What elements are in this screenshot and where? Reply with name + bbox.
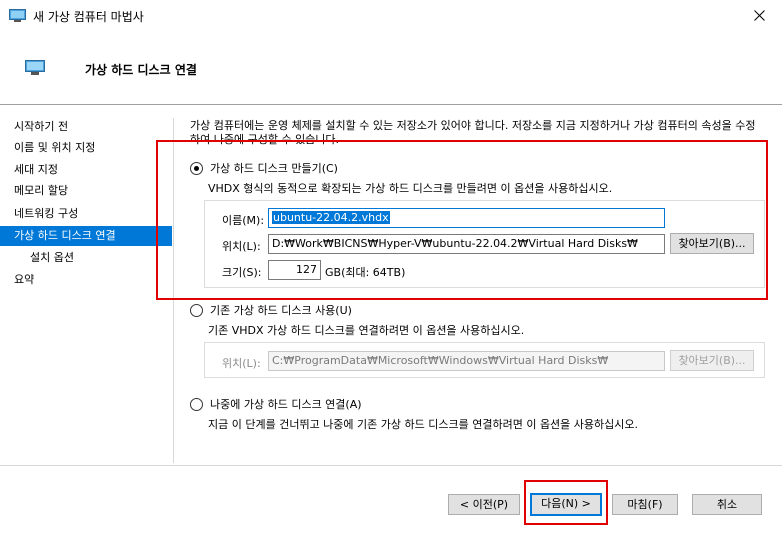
close-button[interactable] — [736, 0, 782, 31]
later-vhd-label: 나중에 가상 하드 디스크 연결(A) — [210, 398, 362, 411]
browse-existing-button[interactable]: 찾아보기(B)... — [670, 350, 754, 371]
previous-button[interactable]: < 이전(P) — [448, 494, 520, 515]
cancel-button[interactable]: 취소 — [692, 494, 762, 515]
sidebar-item-memory[interactable]: 메모리 할당 — [0, 181, 172, 201]
sidebar-item-summary[interactable]: 요약 — [0, 270, 172, 290]
finish-button[interactable]: 마침(F) — [612, 494, 678, 515]
wizard-steps: 시작하기 전 이름 및 위치 지정 세대 지정 메모리 할당 네트워킹 구성 가… — [0, 105, 172, 465]
sidebar-item-before-you-begin[interactable]: 시작하기 전 — [0, 117, 172, 137]
footer-divider — [0, 465, 782, 466]
page-title: 가상 하드 디스크 연결 — [85, 63, 197, 77]
later-vhd-radio[interactable] — [190, 397, 203, 411]
sidebar-item-installation-options[interactable]: 설치 옵션 — [0, 248, 172, 268]
existing-vhd-option[interactable]: 기존 가상 하드 디스크 사용(U) — [190, 302, 352, 318]
close-icon — [753, 10, 765, 21]
sidebar-item-networking[interactable]: 네트워킹 구성 — [0, 204, 172, 224]
existing-vhd-description: 기존 VHDX 가상 하드 디스크를 연결하려면 이 옵션을 사용하십시오. — [208, 324, 525, 337]
later-vhd-description: 지금 이 단계를 건너뛰고 나중에 기존 가상 하드 디스크를 연결하려면 이 … — [208, 418, 639, 431]
sidebar-item-name-location[interactable]: 이름 및 위치 지정 — [0, 138, 172, 158]
existing-vhd-radio[interactable] — [190, 303, 203, 317]
sidebar-item-virtual-hard-disk[interactable]: 가상 하드 디스크 연결 — [0, 226, 172, 246]
window-title: 새 가상 컴퓨터 마법사 — [33, 10, 144, 24]
existing-location-input[interactable]: C:₩ProgramData₩Microsoft₩Windows₩Virtual… — [268, 351, 665, 371]
monitor-icon — [25, 60, 45, 75]
highlight-box-next — [524, 480, 608, 525]
sidebar-item-generation[interactable]: 세대 지정 — [0, 160, 172, 180]
later-vhd-option[interactable]: 나중에 가상 하드 디스크 연결(A) — [190, 396, 362, 412]
existing-location-label: 위치(L): — [222, 357, 261, 370]
highlight-box-create — [156, 140, 768, 300]
existing-vhd-label: 기존 가상 하드 디스크 사용(U) — [210, 304, 352, 317]
monitor-icon — [9, 9, 26, 22]
